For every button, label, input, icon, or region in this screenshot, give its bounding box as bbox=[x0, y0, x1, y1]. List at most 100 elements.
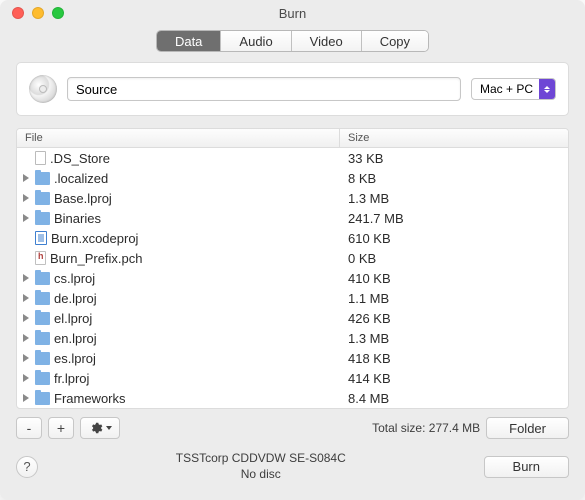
cell-file: es.lproj bbox=[17, 351, 340, 366]
close-icon[interactable] bbox=[12, 7, 24, 19]
disclosure-triangle-icon[interactable] bbox=[23, 354, 29, 362]
window-controls bbox=[12, 7, 64, 19]
disclosure-triangle-icon[interactable] bbox=[23, 194, 29, 202]
choose-folder-button[interactable]: Folder bbox=[486, 417, 569, 439]
cell-file: de.lproj bbox=[17, 291, 340, 306]
file-name: Burn_Prefix.pch bbox=[50, 251, 143, 266]
table-row[interactable]: de.lproj 1.1 MB bbox=[17, 288, 568, 308]
tab-data[interactable]: Data bbox=[157, 31, 221, 51]
folder-icon bbox=[35, 312, 50, 325]
table-row[interactable]: .localized8 KB bbox=[17, 168, 568, 188]
cell-size: 1.1 MB bbox=[340, 291, 568, 306]
select-stepper-icon bbox=[539, 79, 555, 99]
disclosure-triangle-icon[interactable] bbox=[23, 174, 29, 182]
file-name: el.lproj bbox=[54, 311, 92, 326]
window-title: Burn bbox=[10, 6, 575, 21]
table-row[interactable]: Burn.xcodeproj610 KB bbox=[17, 228, 568, 248]
folder-icon bbox=[35, 272, 50, 285]
table-row[interactable]: Frameworks 8.4 MB bbox=[17, 388, 568, 408]
file-name: fr.lproj bbox=[54, 371, 89, 386]
source-row: Mac + PC bbox=[29, 75, 556, 103]
cell-file: Frameworks bbox=[17, 391, 340, 406]
file-name: .localized bbox=[54, 171, 108, 186]
file-name: Binaries bbox=[54, 211, 101, 226]
filesystem-select-label: Mac + PC bbox=[480, 82, 533, 96]
disclosure-triangle-icon[interactable] bbox=[23, 334, 29, 342]
folder-icon bbox=[35, 212, 50, 225]
disc-name-input[interactable] bbox=[67, 77, 461, 101]
xcode-icon bbox=[35, 231, 47, 245]
disclosure-triangle-icon[interactable] bbox=[23, 374, 29, 382]
device-info: TSSTcorp CDDVDW SE-S084C No disc bbox=[48, 451, 474, 482]
cell-file: cs.lproj bbox=[17, 271, 340, 286]
disc-icon bbox=[29, 75, 57, 103]
file-icon bbox=[35, 151, 46, 165]
burn-button[interactable]: Burn bbox=[484, 456, 569, 478]
remove-button[interactable]: - bbox=[16, 417, 42, 439]
mode-segmented-control: Data Audio Video Copy bbox=[156, 30, 429, 52]
table-row[interactable]: el.lproj 426 KB bbox=[17, 308, 568, 328]
disclosure-triangle-icon[interactable] bbox=[23, 294, 29, 302]
cell-file: Base.lproj bbox=[17, 191, 340, 206]
file-name: en.lproj bbox=[54, 331, 97, 346]
titlebar: Burn bbox=[0, 0, 585, 26]
tab-video[interactable]: Video bbox=[292, 31, 362, 51]
action-menu-button[interactable] bbox=[80, 417, 120, 439]
tab-copy[interactable]: Copy bbox=[362, 31, 428, 51]
table-row[interactable]: es.lproj418 KB bbox=[17, 348, 568, 368]
pch-icon bbox=[35, 251, 46, 265]
disclosure-triangle-icon[interactable] bbox=[23, 394, 29, 402]
folder-icon bbox=[35, 332, 50, 345]
help-button[interactable]: ? bbox=[16, 456, 38, 478]
folder-icon bbox=[35, 292, 50, 305]
file-table: File Size .DS_Store33 KB.localized8 KBBa… bbox=[16, 128, 569, 409]
table-row[interactable]: cs.lproj 410 KB bbox=[17, 268, 568, 288]
cell-size: 8.4 MB bbox=[340, 391, 568, 406]
file-name: Burn.xcodeproj bbox=[51, 231, 138, 246]
cell-file: el.lproj bbox=[17, 311, 340, 326]
table-row[interactable]: Binaries 241.7 MB bbox=[17, 208, 568, 228]
cell-size: 1.3 MB bbox=[340, 191, 568, 206]
cell-file: Burn_Prefix.pch bbox=[17, 251, 340, 266]
cell-size: 410 KB bbox=[340, 271, 568, 286]
cell-size: 426 KB bbox=[340, 311, 568, 326]
mode-tabbar: Data Audio Video Copy bbox=[0, 26, 585, 62]
table-header: File Size bbox=[17, 129, 568, 148]
disclosure-triangle-icon[interactable] bbox=[23, 314, 29, 322]
minimize-icon[interactable] bbox=[32, 7, 44, 19]
column-header-size[interactable]: Size bbox=[340, 129, 568, 147]
app-window: Burn Data Audio Video Copy Mac + PC File… bbox=[0, 0, 585, 500]
cell-file: .localized bbox=[17, 171, 340, 186]
tab-audio[interactable]: Audio bbox=[221, 31, 291, 51]
filesystem-select[interactable]: Mac + PC bbox=[471, 78, 556, 100]
cell-file: .DS_Store bbox=[17, 151, 340, 166]
file-name: cs.lproj bbox=[54, 271, 95, 286]
table-row[interactable]: fr.lproj414 KB bbox=[17, 368, 568, 388]
cell-file: en.lproj bbox=[17, 331, 340, 346]
table-row[interactable]: en.lproj1.3 MB bbox=[17, 328, 568, 348]
add-button[interactable]: + bbox=[48, 417, 74, 439]
cell-size: 241.7 MB bbox=[340, 211, 568, 226]
cell-size: 418 KB bbox=[340, 351, 568, 366]
folder-icon bbox=[35, 192, 50, 205]
table-row[interactable]: Burn_Prefix.pch 0 KB bbox=[17, 248, 568, 268]
column-header-file[interactable]: File bbox=[17, 129, 340, 147]
table-body: .DS_Store33 KB.localized8 KBBase.lproj1.… bbox=[17, 148, 568, 408]
table-row[interactable]: .DS_Store 33 KB bbox=[17, 148, 568, 168]
chevron-down-icon bbox=[106, 426, 112, 430]
file-name: Frameworks bbox=[54, 391, 126, 406]
cell-size: 33 KB bbox=[340, 151, 568, 166]
table-row[interactable]: Base.lproj1.3 MB bbox=[17, 188, 568, 208]
file-name: .DS_Store bbox=[50, 151, 110, 166]
cell-file: fr.lproj bbox=[17, 371, 340, 386]
file-name: de.lproj bbox=[54, 291, 97, 306]
disclosure-triangle-icon[interactable] bbox=[23, 214, 29, 222]
disclosure-triangle-icon[interactable] bbox=[23, 274, 29, 282]
device-status: No disc bbox=[48, 467, 474, 483]
source-panel: Mac + PC bbox=[16, 62, 569, 116]
folder-icon bbox=[35, 172, 50, 185]
cell-size: 0 KB bbox=[340, 251, 568, 266]
folder-icon bbox=[35, 352, 50, 365]
total-size-label: Total size: 277.4 MB bbox=[372, 421, 480, 435]
zoom-icon[interactable] bbox=[52, 7, 64, 19]
